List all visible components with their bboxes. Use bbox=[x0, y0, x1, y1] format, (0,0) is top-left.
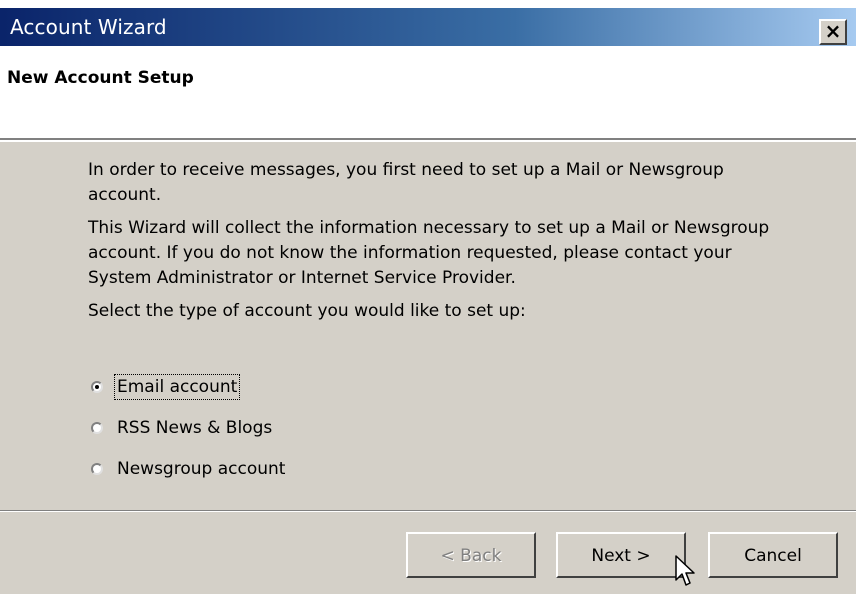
back-button[interactable]: < Back bbox=[406, 532, 536, 578]
cancel-button[interactable]: Cancel bbox=[708, 532, 838, 578]
intro-paragraph: In order to receive messages, you first … bbox=[88, 160, 724, 205]
radio-newsgroup-account[interactable]: Newsgroup account bbox=[91, 456, 287, 482]
radio-unchecked-icon[interactable] bbox=[91, 463, 103, 475]
info-paragraph: This Wizard will collect the information… bbox=[88, 218, 770, 288]
mouse-pointer-icon bbox=[675, 555, 695, 586]
radio-email-account[interactable]: Email account bbox=[91, 374, 241, 400]
close-button[interactable]: × bbox=[819, 19, 847, 45]
account-type-prompt: Select the type of account you would lik… bbox=[88, 301, 526, 321]
page-title: New Account Setup bbox=[7, 68, 194, 88]
wizard-header: New Account Setup bbox=[0, 46, 856, 140]
radio-label-newsgroup-account[interactable]: Newsgroup account bbox=[115, 457, 287, 481]
header-divider bbox=[0, 140, 856, 142]
close-icon: × bbox=[824, 19, 842, 43]
wizard-content: In order to receive messages, you first … bbox=[88, 158, 778, 332]
radio-checked-icon[interactable] bbox=[91, 381, 103, 393]
window-title: Account Wizard bbox=[10, 15, 167, 39]
radio-rss-news-blogs[interactable]: RSS News & Blogs bbox=[91, 415, 274, 441]
radio-label-rss-news-blogs[interactable]: RSS News & Blogs bbox=[115, 416, 274, 440]
radio-label-email-account[interactable]: Email account bbox=[113, 374, 241, 400]
footer-divider bbox=[0, 510, 856, 512]
top-strip bbox=[0, 0, 856, 8]
title-bar: Account Wizard × bbox=[0, 8, 856, 46]
radio-unchecked-icon[interactable] bbox=[91, 422, 103, 434]
next-button[interactable]: Next > bbox=[556, 532, 686, 578]
